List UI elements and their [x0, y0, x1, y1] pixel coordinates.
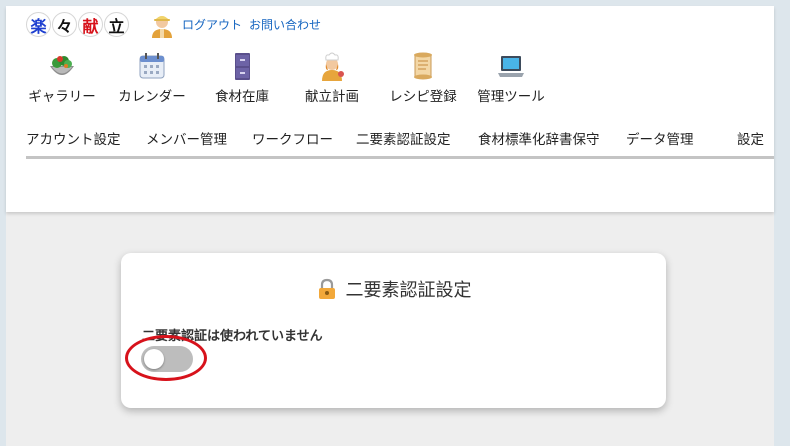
top-links: ログアウト お問い合わせ: [182, 16, 321, 33]
tab-settings[interactable]: 設定: [737, 128, 764, 148]
scroll-icon: [414, 52, 432, 80]
tab-workflow[interactable]: ワークフロー: [252, 128, 333, 148]
tab-data-management[interactable]: データ管理: [626, 128, 694, 148]
nav-label: 食材在庫: [215, 89, 269, 105]
nav-item-gallery[interactable]: ギャラリー: [24, 50, 100, 106]
nav-item-ingredient-stock[interactable]: 食材在庫: [206, 50, 278, 106]
tab-two-factor-settings[interactable]: 二要素認証設定: [356, 128, 451, 148]
logo-char: 々: [52, 12, 77, 37]
sub-nav-underline: [26, 156, 774, 159]
nav-item-calendar[interactable]: カレンダー: [112, 50, 192, 106]
logo-char: 楽: [26, 12, 51, 37]
nav-label: ギャラリー: [28, 89, 96, 105]
logout-link[interactable]: ログアウト: [182, 16, 242, 33]
nav-item-menu-plan[interactable]: 献立計画: [296, 50, 368, 106]
highlight-annotation: [125, 335, 207, 381]
chef-icon: [322, 52, 344, 81]
nav-item-admin-tools[interactable]: 管理ツール: [472, 50, 550, 106]
app-window: 楽 々 献 立 ログアウト お問い合わせ ギャラリー カレンダー 食材在庫 献立…: [6, 6, 774, 446]
nav-label: カレンダー: [118, 89, 186, 105]
two-factor-card: 二要素認証設定 二要素認証は使われていません: [121, 253, 666, 408]
card-title-text: 二要素認証設定: [345, 280, 472, 301]
calendar-icon: [139, 53, 165, 79]
tab-ingredient-dictionary[interactable]: 食材標準化辞書保守: [478, 128, 600, 148]
user-avatar-icon: [152, 16, 172, 38]
salad-bowl-icon: [50, 56, 74, 75]
tab-member-management[interactable]: メンバー管理: [146, 128, 227, 148]
logo-char: 献: [78, 12, 103, 37]
laptop-icon: [498, 56, 524, 77]
nav-label: 献立計画: [305, 89, 359, 105]
nav-label: 管理ツール: [477, 89, 545, 105]
nav-item-recipe-register[interactable]: レシピ登録: [382, 50, 464, 106]
contact-link[interactable]: お問い合わせ: [249, 16, 321, 33]
sub-nav: アカウント設定 メンバー管理 ワークフロー 二要素認証設定 食材標準化辞書保守 …: [26, 128, 774, 159]
logo-char: 立: [104, 12, 129, 37]
tab-account-settings[interactable]: アカウント設定: [26, 128, 121, 148]
app-logo[interactable]: 楽 々 献 立: [26, 12, 130, 38]
lock-icon: [318, 278, 335, 299]
card-title: 二要素認証設定: [121, 276, 666, 302]
cabinet-icon: [235, 53, 250, 80]
header: 楽 々 献 立 ログアウト お問い合わせ ギャラリー カレンダー 食材在庫 献立…: [6, 6, 774, 212]
nav-label: レシピ登録: [389, 89, 457, 105]
